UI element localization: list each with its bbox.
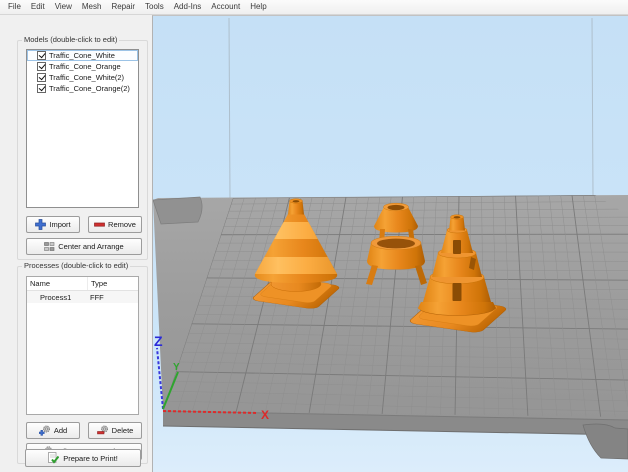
checkbox-checked-icon[interactable]	[37, 84, 46, 93]
models-group: Models (double-click to edit) Traffic_Co…	[17, 35, 148, 260]
checkbox-checked-icon[interactable]	[37, 62, 46, 71]
menu-mesh[interactable]: Mesh	[77, 0, 107, 14]
model-list-item[interactable]: Traffic_Cone_White(2)	[27, 72, 138, 83]
viewport-3d[interactable]: Z Y X	[152, 15, 628, 472]
process-table-header: Name Type	[27, 277, 138, 291]
gear-minus-icon	[96, 425, 108, 435]
menu-repair[interactable]: Repair	[106, 0, 140, 14]
model-list-item[interactable]: Traffic_Cone_Orange(2)	[27, 83, 138, 94]
prepare-to-print-label: Prepare to Print!	[63, 453, 118, 463]
menu-tools[interactable]: Tools	[140, 0, 169, 14]
model-label: Traffic_Cone_Orange(2)	[49, 84, 130, 93]
remove-label: Remove	[108, 220, 136, 229]
side-panel: Models (double-click to edit) Traffic_Co…	[0, 16, 152, 472]
menu-bar: File Edit View Mesh Repair Tools Add-Ins…	[0, 0, 628, 15]
menu-file[interactable]: File	[3, 0, 26, 14]
model-label: Traffic_Cone_White(2)	[49, 73, 125, 82]
minus-icon	[94, 222, 105, 227]
center-and-arrange-button[interactable]: Center and Arrange	[26, 238, 142, 255]
model-label: Traffic_Cone_White	[49, 51, 115, 60]
process-name: Process1	[40, 292, 72, 302]
models-group-title: Models (double-click to edit)	[22, 35, 120, 44]
model-list-item[interactable]: Traffic_Cone_Orange	[27, 61, 138, 72]
gear-plus-icon	[38, 425, 50, 436]
menu-help[interactable]: Help	[245, 0, 271, 14]
checkbox-checked-icon[interactable]	[37, 51, 46, 60]
processes-group: Processes (double-click to edit) Name Ty…	[17, 261, 148, 464]
column-header-type: Type	[87, 277, 138, 290]
build-plate	[153, 195, 628, 460]
process-type: FFF	[90, 292, 104, 302]
import-label: Import	[49, 220, 71, 229]
import-button[interactable]: Import	[26, 216, 80, 233]
delete-label: Delete	[111, 426, 134, 435]
axis-z-label: Z	[154, 333, 163, 349]
center-and-arrange-label: Center and Arrange	[58, 242, 124, 251]
checkbox-checked-icon[interactable]	[37, 73, 46, 82]
menu-edit[interactable]: Edit	[26, 0, 50, 14]
add-label: Add	[53, 426, 68, 435]
axis-y-label: Y	[173, 362, 180, 373]
processes-group-title: Processes (double-click to edit)	[22, 261, 131, 270]
remove-button[interactable]: Remove	[88, 216, 142, 233]
delete-process-button[interactable]: Delete	[88, 422, 142, 439]
print-check-icon	[48, 452, 60, 464]
build-scene[interactable]: Z Y X	[153, 16, 628, 472]
column-header-name: Name	[30, 279, 51, 288]
model-list-item[interactable]: Traffic_Cone_White	[27, 50, 138, 61]
model-label: Traffic_Cone_Orange	[49, 62, 121, 71]
prepare-to-print-button[interactable]: Prepare to Print!	[25, 449, 141, 467]
bed-clip-back-left	[153, 196, 203, 225]
model-list[interactable]: Traffic_Cone_White Traffic_Cone_Orange T…	[26, 49, 139, 208]
menu-view[interactable]: View	[50, 0, 77, 14]
axis-x-label: X	[261, 408, 269, 422]
menu-add-ins[interactable]: Add-Ins	[169, 0, 207, 14]
process-table[interactable]: Name Type Process1 FFF	[26, 276, 139, 415]
process-row[interactable]: Process1 FFF	[27, 291, 138, 303]
menu-account[interactable]: Account	[206, 0, 245, 14]
arrange-grid-icon	[44, 241, 55, 251]
plus-icon	[35, 219, 47, 230]
app-window: File Edit View Mesh Repair Tools Add-Ins…	[0, 0, 628, 472]
add-process-button[interactable]: Add	[26, 422, 80, 439]
